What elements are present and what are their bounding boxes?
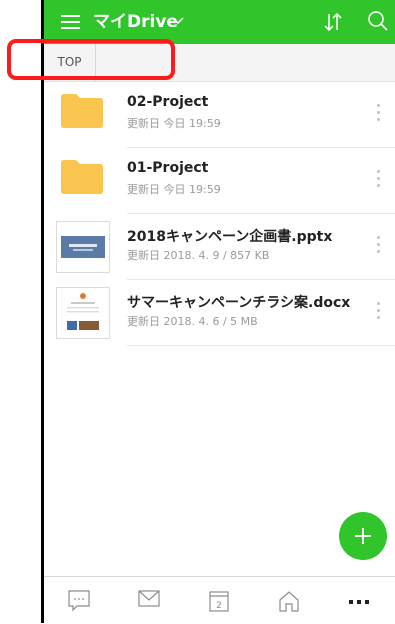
mail-icon xyxy=(138,590,160,607)
thumbnail xyxy=(44,148,127,213)
search-icon[interactable] xyxy=(367,10,389,32)
nav-home[interactable] xyxy=(254,577,324,624)
slide-preview-icon xyxy=(61,236,105,258)
file-meta: 更新日 2018. 4. 9 / 857 KB xyxy=(127,249,270,262)
nav-more[interactable] xyxy=(324,577,394,624)
nav-mail[interactable] xyxy=(114,577,184,624)
thumbnail xyxy=(44,82,127,147)
list-item[interactable]: 01-Project 更新日 今日 19:59 xyxy=(61,148,395,214)
file-meta: 更新日 今日 19:59 xyxy=(127,117,221,130)
folder-icon xyxy=(61,94,103,128)
annotation-highlight-box xyxy=(7,39,175,80)
file-name: サマーキャンペーンチラシ案.docx xyxy=(127,295,351,311)
more-vertical-icon[interactable] xyxy=(377,170,381,190)
calendar-day: 2 xyxy=(216,601,222,611)
file-name: 2018キャンペーン企画書.pptx xyxy=(127,229,333,245)
list-item[interactable]: 02-Project 更新日 今日 19:59 xyxy=(61,82,395,148)
document-preview-icon xyxy=(67,293,99,330)
drive-title[interactable]: マイDrive xyxy=(93,10,178,34)
folder-icon xyxy=(61,160,103,194)
file-list: 02-Project 更新日 今日 19:59 01-Project 更新日 今… xyxy=(44,82,395,346)
bottom-navigation: 2 xyxy=(44,576,395,624)
thumbnail xyxy=(44,280,127,345)
more-vertical-icon[interactable] xyxy=(377,236,381,256)
add-file-button[interactable] xyxy=(339,512,387,560)
nav-chat[interactable] xyxy=(44,577,114,624)
app-screen: マイDrive TOP 02-Project 更新日 今日 19:59 01-P… xyxy=(0,0,395,624)
file-meta: 更新日 今日 19:59 xyxy=(127,183,221,196)
nav-calendar[interactable]: 2 xyxy=(184,577,254,624)
more-vertical-icon[interactable] xyxy=(377,104,381,124)
menu-icon[interactable] xyxy=(61,15,80,29)
docx-thumbnail xyxy=(56,287,110,339)
more-icon xyxy=(349,600,369,604)
chat-icon xyxy=(68,590,90,612)
more-vertical-icon[interactable] xyxy=(377,302,381,322)
file-meta: 更新日 2018. 4. 6 / 5 MB xyxy=(127,315,258,328)
file-name: 01-Project xyxy=(127,160,209,176)
calendar-icon: 2 xyxy=(209,591,229,612)
file-name: 02-Project xyxy=(127,94,209,110)
list-item[interactable]: 2018キャンペーン企画書.pptx 更新日 2018. 4. 9 / 857 … xyxy=(56,214,395,280)
chevron-down-icon[interactable] xyxy=(172,17,184,25)
pptx-thumbnail xyxy=(56,221,110,273)
list-item[interactable]: サマーキャンペーンチラシ案.docx 更新日 2018. 4. 6 / 5 MB xyxy=(56,280,395,346)
app-header: マイDrive xyxy=(44,0,395,44)
thumbnail xyxy=(44,214,127,279)
sort-icon[interactable] xyxy=(324,12,342,32)
home-icon xyxy=(279,591,299,612)
